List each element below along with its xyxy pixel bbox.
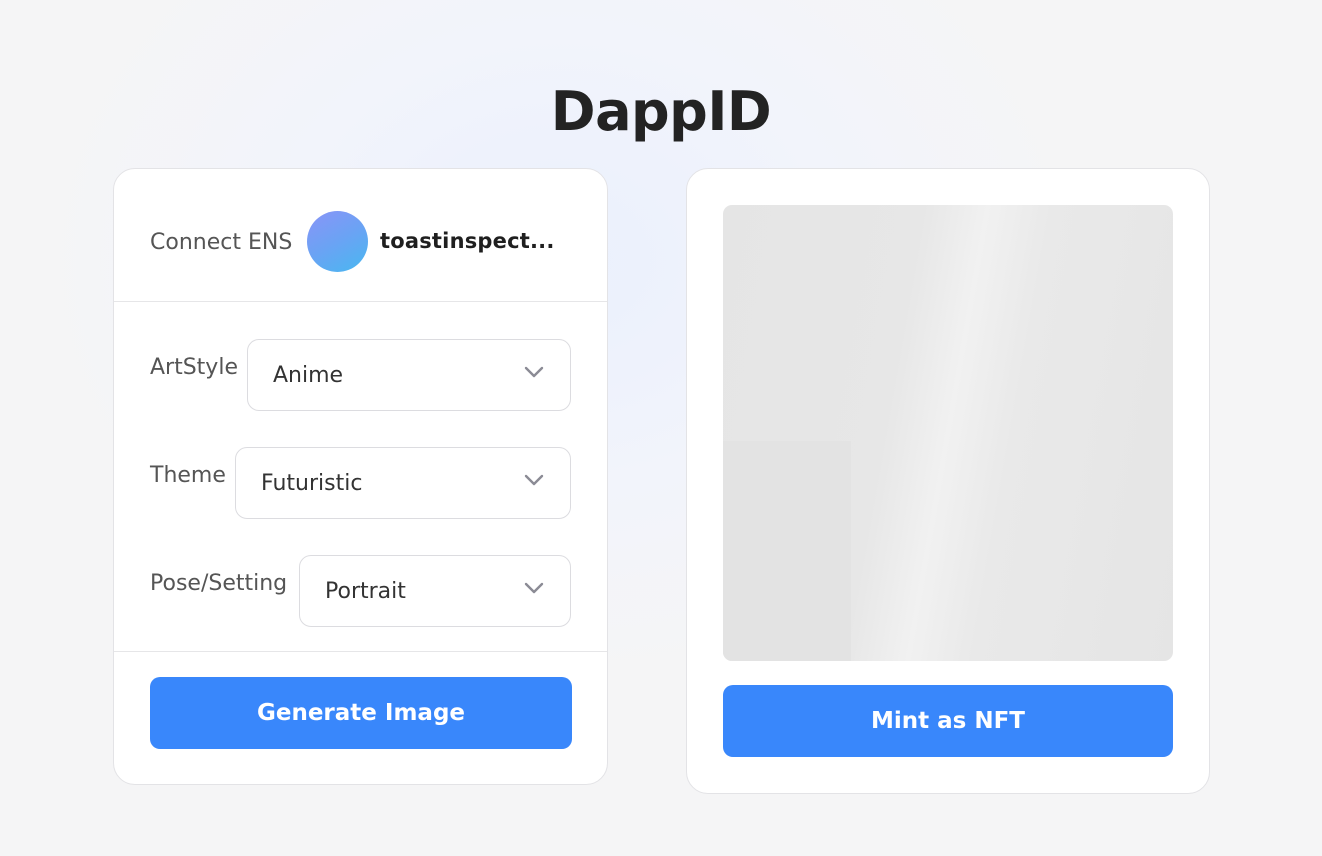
image-preview-placeholder	[723, 205, 1173, 661]
ens-connect-row: Connect ENS toastinspect...	[114, 169, 607, 302]
theme-select[interactable]: Futuristic	[235, 447, 571, 519]
chevron-down-icon	[524, 366, 544, 378]
artstyle-label: ArtStyle	[150, 355, 238, 380]
page: DappID Connect ENS toastinspect... ArtSt…	[0, 0, 1322, 856]
connect-ens-label: Connect ENS	[150, 230, 293, 255]
chevron-down-icon	[524, 474, 544, 486]
generate-image-button[interactable]: Generate Image	[150, 677, 572, 749]
preview-card: Mint as NFT	[686, 168, 1210, 794]
pose-setting-label: Pose/Setting	[150, 571, 288, 596]
theme-selected-value: Futuristic	[261, 471, 363, 496]
theme-label: Theme	[150, 463, 226, 488]
artstyle-select[interactable]: Anime	[247, 339, 571, 411]
config-card: Connect ENS toastinspect... ArtStyle Ani…	[113, 168, 608, 785]
page-title: DappID	[550, 80, 772, 143]
pose-setting-selected-value: Portrait	[325, 579, 406, 604]
artstyle-selected-value: Anime	[273, 363, 344, 388]
divider	[114, 651, 607, 652]
chevron-down-icon	[524, 582, 544, 594]
pose-setting-select[interactable]: Portrait	[299, 555, 571, 627]
ens-name[interactable]: toastinspect...	[380, 229, 555, 253]
ens-avatar[interactable]	[307, 211, 368, 272]
mint-nft-button[interactable]: Mint as NFT	[723, 685, 1173, 757]
preview-shading	[723, 441, 851, 661]
